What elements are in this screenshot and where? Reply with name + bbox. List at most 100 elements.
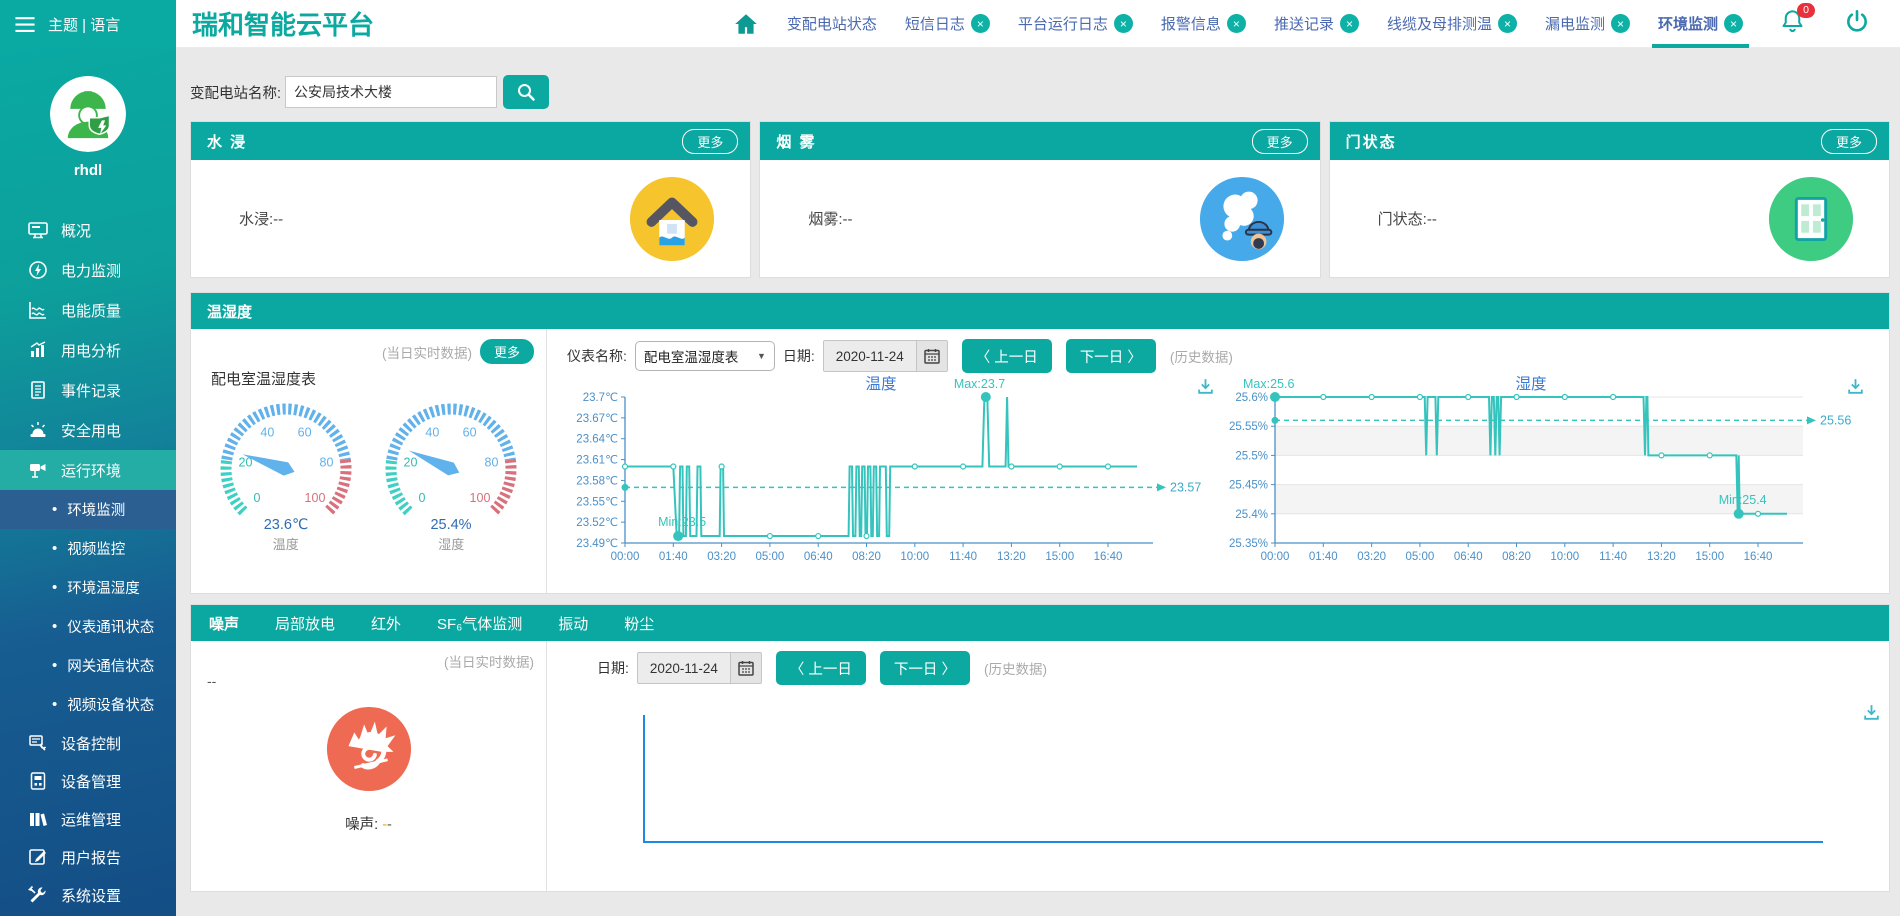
more-button[interactable]: 更多 xyxy=(682,129,738,154)
svg-text:00:00: 00:00 xyxy=(611,551,640,563)
more-button[interactable]: 更多 xyxy=(480,339,534,364)
svg-text:11:40: 11:40 xyxy=(1599,551,1627,563)
sidebar-item-event[interactable]: 事件记录 xyxy=(0,370,176,410)
bell-icon[interactable]: 0 xyxy=(1779,8,1806,40)
top-nav: 变配电站状态短信日志× 平台运行日志× 报警信息× 推送记录× 线缆及母排测温× 漏电监测… xyxy=(733,0,1743,48)
svg-text:25.6%: 25.6% xyxy=(1235,392,1268,404)
sidebar-item-label: 用电分析 xyxy=(61,340,121,361)
download-icon[interactable] xyxy=(1196,377,1215,396)
sidebar-item-control[interactable]: 设备控制 xyxy=(0,724,176,762)
history-label: (历史数据) xyxy=(1170,346,1233,366)
sidebar-item-quality[interactable]: 电能质量 xyxy=(0,290,176,330)
sidebar-subitem[interactable]: •仪表通讯状态 xyxy=(0,607,176,646)
svg-text:23.58℃: 23.58℃ xyxy=(576,475,618,487)
nav-item[interactable]: 报警信息× xyxy=(1161,0,1246,48)
sidebar-item-label: 事件记录 xyxy=(61,380,121,401)
station-search-input[interactable] xyxy=(285,76,497,108)
sidebar-subitem[interactable]: •环境温湿度 xyxy=(0,568,176,607)
nav-item[interactable]: 变配电站状态 xyxy=(787,0,877,48)
sidebar-subitem[interactable]: •视频监控 xyxy=(0,529,176,568)
svg-text:25.45%: 25.45% xyxy=(1229,480,1268,492)
home-icon[interactable] xyxy=(733,11,759,37)
calendar-icon[interactable] xyxy=(916,341,947,371)
section-header: 温湿度 xyxy=(191,293,1889,329)
nav-item[interactable]: 漏电监测× xyxy=(1545,0,1630,48)
svg-text:23.49℃: 23.49℃ xyxy=(576,538,618,550)
meter-select[interactable]: 配电室温湿度表 ▼ xyxy=(635,341,775,371)
meter-select-value: 配电室温湿度表 xyxy=(644,346,739,366)
sidebar-item-label: 用户报告 xyxy=(61,847,121,868)
svg-text:03:20: 03:20 xyxy=(1357,551,1386,563)
svg-text:10:00: 10:00 xyxy=(900,551,929,563)
power-icon[interactable] xyxy=(1844,8,1870,39)
date-picker[interactable]: 2020-11-24 xyxy=(823,340,948,372)
nav-item-label: 推送记录 xyxy=(1274,13,1334,34)
calendar-icon[interactable] xyxy=(730,653,761,683)
nav-item[interactable]: 短信日志× xyxy=(905,0,990,48)
download-icon[interactable] xyxy=(1846,377,1865,396)
download-icon[interactable] xyxy=(1862,703,1881,727)
status-cards-row: 水 浸 更多 水浸:-- 烟 雾 更多 xyxy=(190,121,1890,278)
sidebar-item-safety[interactable]: 安全用电 xyxy=(0,410,176,450)
sidebar-item-settings[interactable]: 系统设置 xyxy=(0,876,176,914)
nav-item[interactable]: 环境监测× xyxy=(1658,0,1743,48)
svg-text:100: 100 xyxy=(304,491,325,505)
svg-text:温度: 温度 xyxy=(865,375,896,393)
prev-day-button[interactable]: 〈 上一日 xyxy=(776,651,866,685)
sidebar-subitem[interactable]: •视频设备状态 xyxy=(0,685,176,724)
noise-value: 噪声: -- xyxy=(203,813,534,834)
card-body: 烟雾:-- xyxy=(760,160,1319,277)
sidebar-subitem[interactable]: •环境监测 xyxy=(0,490,176,529)
svg-text:25.5%: 25.5% xyxy=(1235,450,1268,462)
svg-text:05:00: 05:00 xyxy=(1406,551,1435,563)
date-picker[interactable]: 2020-11-24 xyxy=(637,652,762,684)
search-button[interactable] xyxy=(503,75,549,109)
nav-item[interactable]: 推送记录× xyxy=(1274,0,1359,48)
sidebar-item-label: 安全用电 xyxy=(61,420,121,441)
nav-item[interactable]: 平台运行日志× xyxy=(1018,0,1133,48)
sidebar-item-label: 概况 xyxy=(61,220,91,241)
tab-sensor-0[interactable]: 噪声 xyxy=(209,613,239,634)
nav-item[interactable]: 线缆及母排测温× xyxy=(1387,0,1517,48)
sidebar-item-environment[interactable]: 运行环境 xyxy=(0,450,176,490)
hamburger-icon[interactable] xyxy=(14,16,36,33)
sidebar-subitem[interactable]: •网关通信状态 xyxy=(0,646,176,685)
noise-value-label: 噪声: xyxy=(345,817,378,833)
sidebar-item-analysis[interactable]: 用电分析 xyxy=(0,330,176,370)
tab-sensor-1[interactable]: 局部放电 xyxy=(275,613,335,634)
tab-sensor-5[interactable]: 粉尘 xyxy=(624,613,654,634)
tab-sensor-4[interactable]: 振动 xyxy=(558,613,588,634)
sidebar-item-ops[interactable]: 运维管理 xyxy=(0,800,176,838)
nav-item-label: 短信日志 xyxy=(905,13,965,34)
noise-placeholder: -- xyxy=(207,673,534,689)
next-day-button[interactable]: 下一日 〉 xyxy=(1066,339,1156,373)
more-button[interactable]: 更多 xyxy=(1252,129,1308,154)
prev-day-button[interactable]: 〈 上一日 xyxy=(962,339,1052,373)
sidebar-item-manage[interactable]: 设备管理 xyxy=(0,762,176,800)
tab-sensor-2[interactable]: 红外 xyxy=(371,613,401,634)
sidebar-item-overview[interactable]: 概况 xyxy=(0,210,176,250)
sidebar-item-label: 运行环境 xyxy=(61,460,121,481)
svg-text:15:00: 15:00 xyxy=(1045,551,1074,563)
sidebar-item-power[interactable]: 电力监测 xyxy=(0,250,176,290)
avatar[interactable] xyxy=(50,76,126,152)
sensor-body: (当日实时数据) -- 噪声: -- xyxy=(191,641,1889,891)
nav-item-label: 平台运行日志 xyxy=(1018,13,1108,34)
sidebar: rhdl 概况电力监测电能质量用电分析事件记录安全用电运行环境 •环境监测•视频… xyxy=(0,48,176,916)
theme-language-switch[interactable]: 主题 | 语言 xyxy=(48,14,120,35)
svg-text:05:00: 05:00 xyxy=(756,551,785,563)
date-label: 日期: xyxy=(783,346,815,366)
svg-text:23.67℃: 23.67℃ xyxy=(576,413,618,425)
svg-text:11:40: 11:40 xyxy=(949,551,977,563)
next-day-button[interactable]: 下一日 〉 xyxy=(880,651,970,685)
more-button[interactable]: 更多 xyxy=(1821,129,1877,154)
noise-icon-wrap xyxy=(203,705,534,793)
sidebar-item-report[interactable]: 用户报告 xyxy=(0,838,176,876)
sidebar-item-label: 电能质量 xyxy=(61,300,121,321)
svg-text:10:00: 10:00 xyxy=(1550,551,1579,563)
tab-sensor-3[interactable]: SF₆气体监测 xyxy=(437,613,522,634)
card-header: 烟 雾 更多 xyxy=(760,122,1319,160)
svg-text:Max:25.6: Max:25.6 xyxy=(1243,377,1294,391)
humidity-chart: 25.6%25.55%25.5%25.45%25.4%25.35%00:0001… xyxy=(1217,375,1867,567)
card-body: 水浸:-- xyxy=(191,160,750,277)
